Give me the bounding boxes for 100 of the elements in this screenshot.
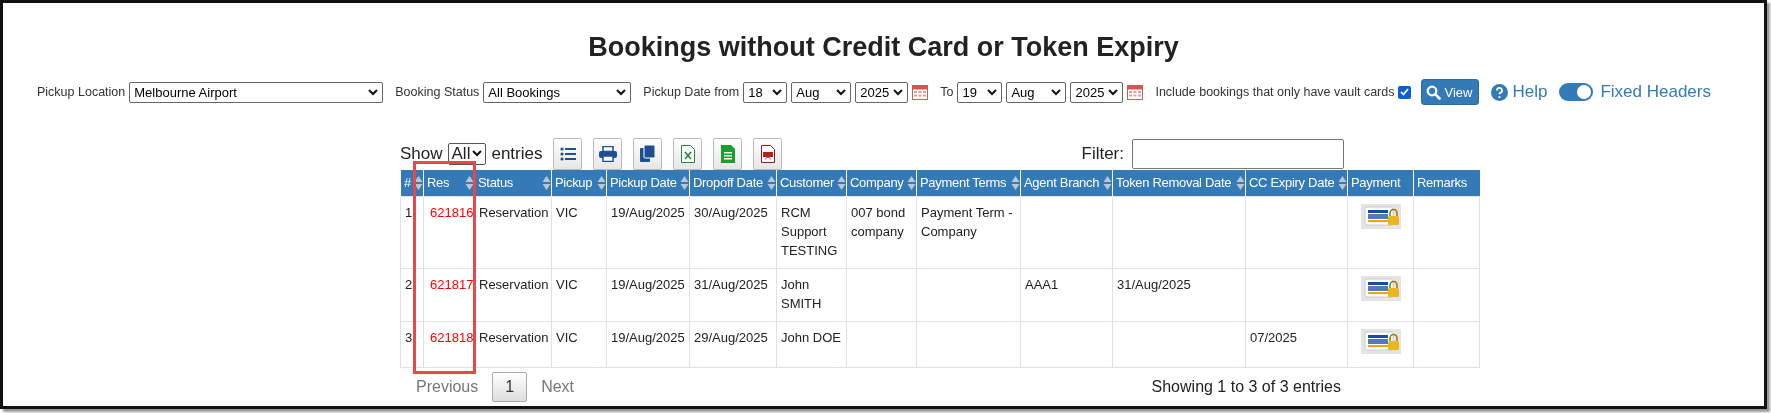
table-cell: Reservation	[474, 321, 552, 368]
sort-icon	[1236, 174, 1245, 191]
checkbox-label: Include bookings that only have vault cards	[1155, 85, 1395, 100]
copy-button[interactable]	[633, 137, 663, 170]
view-button[interactable]: View	[1421, 79, 1480, 106]
list-icon	[559, 146, 576, 161]
sort-icon	[680, 174, 689, 191]
calendar-icon[interactable]	[912, 84, 929, 101]
table-cell: 31/Aug/2025	[689, 268, 777, 322]
filter-field[interactable]	[1132, 138, 1344, 169]
table-cell: 30/Aug/2025	[689, 196, 777, 269]
page-length-select[interactable]: All	[447, 142, 487, 165]
spreadsheet-icon	[680, 144, 695, 163]
chevron-down-icon	[893, 88, 904, 96]
column-header[interactable]: Pickup	[551, 169, 607, 197]
credit-card-lock-icon	[1360, 204, 1401, 229]
chevron-down-icon	[987, 88, 998, 96]
copy-icon	[640, 145, 656, 162]
sort-icon	[465, 174, 474, 191]
sort-icon	[1103, 174, 1112, 191]
column-header[interactable]: Token Removal Date	[1112, 169, 1246, 197]
pdf-button[interactable]	[753, 137, 783, 170]
select-field[interactable]: Aug	[791, 81, 852, 103]
chevron-down-icon	[836, 88, 847, 96]
table-cell: 19/Aug/2025	[606, 196, 690, 269]
table-cell: VIC	[551, 268, 607, 322]
sort-icon	[767, 174, 776, 191]
chevron-down-icon	[616, 88, 627, 96]
table-info: Showing 1 to 3 of 3 entries	[1151, 378, 1341, 396]
checkbox[interactable]	[1398, 85, 1412, 99]
table-cell: John DOE	[776, 321, 847, 368]
column-header[interactable]: Agent Branch	[1020, 169, 1113, 197]
table-cell: 19/Aug/2025	[606, 321, 690, 368]
field-label: Pickup Location	[37, 85, 126, 100]
page-title: Bookings without Credit Card or Token Expiry	[588, 31, 1179, 64]
table-cell: 07/2025	[1245, 321, 1348, 368]
sort-icon	[837, 174, 846, 191]
column-header[interactable]: Company	[846, 169, 917, 197]
column-header[interactable]: Pickup Date	[606, 169, 690, 197]
table-cell: Payment Term - Company	[916, 196, 1021, 269]
table-cell: 3	[400, 321, 424, 368]
sort-icon	[597, 174, 606, 191]
page-number-button[interactable]: 1	[492, 372, 528, 402]
table-cell: VIC	[551, 321, 607, 368]
table-cell: Reservation	[474, 268, 552, 322]
column-header[interactable]: CC Expiry Date	[1245, 169, 1348, 197]
table-cell: 29/Aug/2025	[689, 321, 777, 368]
help-icon	[1491, 83, 1509, 101]
printer-icon	[598, 145, 617, 162]
table-cell: 621816	[423, 196, 475, 269]
toggle-label: Fixed Headers	[1600, 82, 1711, 103]
select-field[interactable]: Melbourne Airport	[129, 81, 384, 103]
select-field[interactable]: 2025	[1070, 81, 1124, 103]
help-link[interactable]: Help	[1491, 82, 1548, 103]
chevron-down-icon	[772, 88, 783, 96]
field-label: Pickup Date from	[643, 85, 740, 100]
column-header[interactable]: Dropoff Date	[689, 169, 777, 197]
column-header: Payment	[1347, 169, 1414, 197]
toggle-switch[interactable]	[1559, 83, 1594, 102]
table-cell: RCM Support TESTING	[776, 196, 847, 269]
table-cell: 1	[400, 196, 424, 269]
sort-icon	[907, 174, 916, 191]
calendar-icon[interactable]	[1127, 84, 1144, 101]
entries-label: entries	[491, 143, 543, 164]
table-cell: VIC	[551, 196, 607, 269]
excel-button[interactable]	[673, 137, 703, 170]
select-field[interactable]: 19	[957, 81, 1003, 103]
credit-card-lock-icon	[1360, 276, 1401, 301]
document-icon	[720, 144, 735, 163]
table-cell: John SMITH	[776, 268, 847, 322]
field-label: To	[940, 85, 954, 100]
select-field[interactable]: Aug	[1006, 81, 1067, 103]
column-header[interactable]: Customer	[776, 169, 847, 197]
credit-card-lock-icon	[1360, 329, 1401, 354]
column-header[interactable]: Payment Terms	[916, 169, 1021, 197]
columns-button[interactable]	[553, 137, 583, 170]
column-header: Remarks	[1413, 169, 1480, 197]
select-field[interactable]: 18	[743, 81, 788, 103]
table-cell: 31/Aug/2025	[1112, 268, 1246, 322]
sort-icon	[1338, 174, 1347, 191]
csv-button[interactable]	[713, 137, 743, 170]
select-field[interactable]: All Bookings	[483, 81, 632, 103]
sort-icon	[414, 174, 423, 191]
column-header[interactable]: #	[400, 169, 424, 197]
sort-icon	[542, 174, 551, 191]
search-icon	[1426, 84, 1442, 100]
table-cell: 007 bond company	[846, 196, 917, 269]
filter-label: Filter:	[1081, 143, 1124, 164]
field-label: Booking Status	[395, 85, 480, 100]
column-header[interactable]: Res	[423, 169, 475, 197]
column-header[interactable]: Status	[474, 169, 552, 197]
chevron-down-icon	[472, 150, 483, 157]
table-cell: AAA1	[1020, 268, 1113, 322]
chevron-down-icon	[368, 88, 379, 96]
select-field[interactable]: 2025	[855, 81, 909, 103]
pdf-file-icon	[760, 144, 775, 163]
print-button[interactable]	[593, 137, 623, 170]
show-label: Show	[400, 143, 443, 164]
chevron-down-icon	[1108, 88, 1119, 96]
chevron-down-icon	[1051, 88, 1062, 96]
